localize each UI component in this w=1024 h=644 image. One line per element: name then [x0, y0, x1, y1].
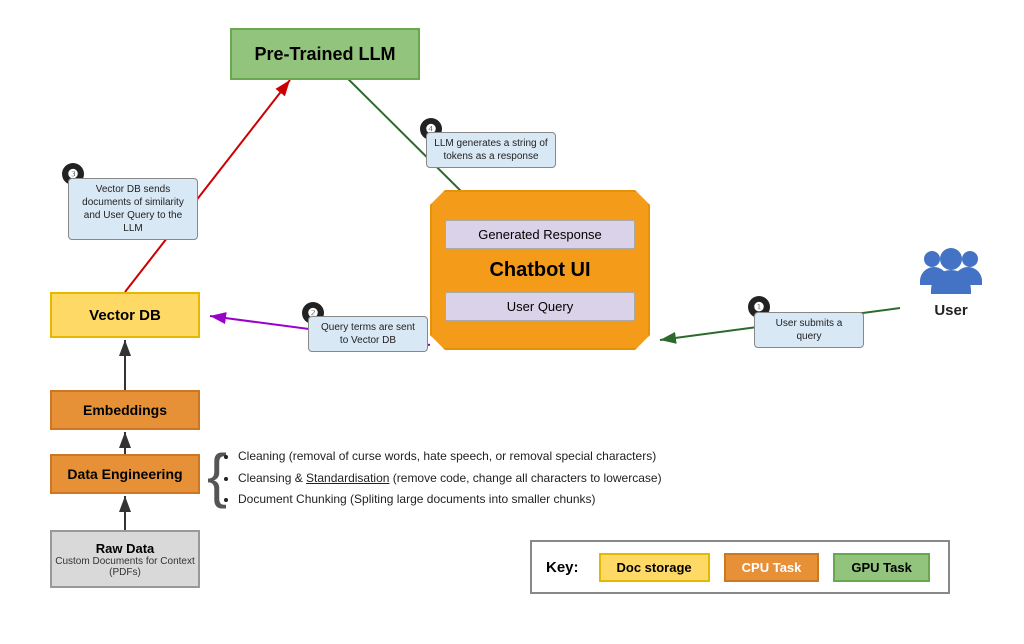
user-figure	[916, 248, 986, 298]
annotation-3: Vector DB sends documents of similarity …	[68, 178, 198, 240]
generated-response-box: Generated Response	[445, 220, 635, 249]
embeddings-label: Embeddings	[83, 402, 167, 418]
bullet-list: Cleaning (removal of curse words, hate s…	[220, 446, 662, 511]
diagram: Pre-Trained LLM Generated Response Chatb…	[0, 0, 1024, 644]
user-head-right	[962, 251, 978, 267]
user-query-label: User Query	[507, 299, 573, 314]
annotation-4: LLM generates a string of tokens as a re…	[426, 132, 556, 168]
user-query-box: User Query	[445, 292, 635, 321]
key-container: Key: Doc storage CPU Task GPU Task	[530, 540, 950, 594]
user-head-left	[924, 251, 940, 267]
key-title: Key:	[546, 559, 579, 576]
annotation-1: User submits a query	[754, 312, 864, 348]
user-label: User	[934, 302, 967, 319]
chatbot-ui-box: Generated Response Chatbot UI User Query	[430, 190, 650, 350]
annotation-2: Query terms are sent to Vector DB	[308, 316, 428, 352]
user-icon: User	[916, 248, 986, 319]
data-engineering-box: Data Engineering	[50, 454, 200, 494]
raw-data-label: Raw Data	[96, 541, 155, 556]
chatbot-ui-label: Chatbot UI	[489, 259, 590, 282]
bullet-item-3: Document Chunking (Spliting large docume…	[238, 489, 662, 511]
data-engineering-label: Data Engineering	[67, 466, 182, 482]
key-cpu-task: CPU Task	[724, 553, 820, 582]
llm-label: Pre-Trained LLM	[254, 44, 395, 65]
key-doc-storage: Doc storage	[599, 553, 710, 582]
embeddings-box: Embeddings	[50, 390, 200, 430]
bullet-item-2: Cleansing & Standardisation (remove code…	[238, 468, 662, 490]
key-gpu-task: GPU Task	[833, 553, 929, 582]
vector-db-label: Vector DB	[89, 307, 161, 324]
raw-data-box: Raw Data Custom Documents for Context (P…	[50, 530, 200, 588]
vector-db-box: Vector DB	[50, 292, 200, 338]
llm-box: Pre-Trained LLM	[230, 28, 420, 80]
raw-data-sublabel: Custom Documents for Context (PDFs)	[52, 556, 198, 578]
generated-response-label: Generated Response	[478, 227, 602, 242]
user-head-main	[940, 248, 962, 270]
bullet-item-1: Cleaning (removal of curse words, hate s…	[238, 446, 662, 468]
